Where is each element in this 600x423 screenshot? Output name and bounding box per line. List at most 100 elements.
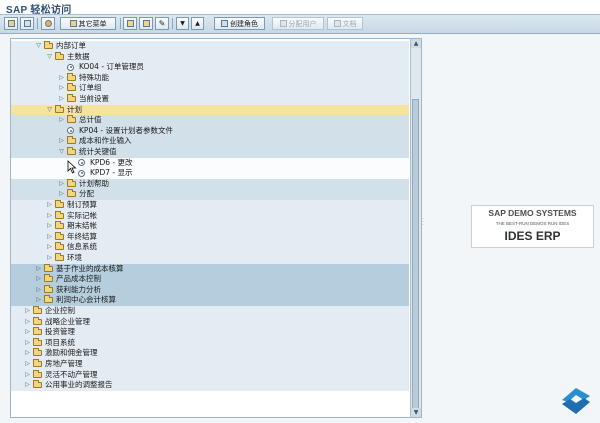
expand-arrow-icon[interactable]: ▷: [24, 306, 31, 317]
expand-arrow-icon[interactable]: ▷: [35, 264, 42, 275]
expand-arrow-icon[interactable]: ▷: [24, 327, 31, 338]
tree-node[interactable]: ▷ 战略企业管理: [11, 316, 409, 328]
tree-node[interactable]: ▷ 环境: [11, 253, 409, 264]
folder-add-icon[interactable]: [123, 17, 137, 30]
tree-node[interactable]: ▷ 年终结算: [11, 231, 409, 243]
tree-node[interactable]: ▷ 订单组: [11, 83, 409, 94]
expand-arrow-icon[interactable]: ▷: [46, 232, 53, 243]
tree-node[interactable]: ▷ 利润中心会计核算: [11, 295, 409, 306]
logo-line-2: THE BEST-RUN DEMOS RUN IDES: [495, 221, 570, 226]
tree-node[interactable]: KO04 - 订单管理员: [11, 62, 409, 73]
scrollbar-thumb[interactable]: [412, 99, 419, 409]
expand-arrow-icon[interactable]: ▷: [24, 348, 31, 359]
folder-icon: [55, 221, 64, 230]
folder-icon: [67, 147, 76, 155]
folder-icon: [67, 178, 76, 187]
transaction-icon: [67, 63, 74, 71]
expand-arrow-icon[interactable]: ▷: [58, 83, 65, 94]
expand-arrow-icon[interactable]: ▷: [24, 317, 31, 328]
tree-node-label: 分配: [79, 189, 94, 199]
tree-node-label: 基于作业的成本核算: [56, 263, 124, 273]
other-menu-label: 其它菜单: [78, 19, 107, 28]
tree-node[interactable]: ▷ 当前设置: [11, 94, 409, 105]
tree-node[interactable]: ▷ 基于作业的成本核算: [11, 263, 409, 275]
tree-node[interactable]: ▷ 实际记帐: [11, 210, 409, 222]
collapse-arrow-icon[interactable]: ▽: [46, 105, 53, 116]
expand-arrow-icon[interactable]: ▷: [35, 295, 42, 306]
tree-node[interactable]: ▽ 内部订单: [11, 41, 409, 52]
tree-node[interactable]: ▷ 激励和佣金管理: [11, 348, 409, 359]
tree-node[interactable]: ▽ 主数据: [11, 51, 409, 63]
folder-icon: [33, 306, 42, 314]
edit-pencil-icon[interactable]: ✎: [155, 17, 169, 30]
tree-node[interactable]: ▷ 计划帮助: [11, 178, 409, 190]
expand-arrow-icon[interactable]: ▷: [58, 94, 65, 105]
other-menu-button[interactable]: 其它菜单: [60, 17, 116, 30]
move-down-icon[interactable]: ▼: [176, 17, 189, 30]
move-up-icon[interactable]: ▲: [191, 17, 204, 30]
tree-node[interactable]: ▷ 项目系统: [11, 337, 409, 349]
documentation-button[interactable]: 文档: [327, 17, 363, 30]
expand-arrow-icon[interactable]: ▷: [24, 380, 31, 391]
tree-node[interactable]: ▽ 统计关键值: [11, 147, 409, 158]
expand-arrow-icon[interactable]: ▷: [46, 253, 53, 264]
expand-arrow-icon[interactable]: ▷: [46, 242, 53, 253]
tree-node-label: 年终结算: [67, 231, 97, 241]
assign-users-button[interactable]: 分配用户: [272, 17, 324, 30]
tree-node[interactable]: ▷ 分配: [11, 189, 409, 200]
tree-node-label: 计划: [67, 104, 82, 114]
expand-arrow-icon[interactable]: ▷: [35, 274, 42, 285]
tree-node[interactable]: ▽ 计划: [11, 104, 409, 116]
tree-node-label: KPD7 - 显示: [90, 168, 133, 178]
tree-node[interactable]: KP04 - 设置计划者参数文件: [11, 125, 409, 137]
collapse-arrow-icon[interactable]: ▽: [46, 52, 53, 63]
add-favorite-icon[interactable]: [20, 17, 34, 30]
tree-node[interactable]: ▷ 成本和作业输入: [11, 136, 409, 147]
expand-arrow-icon[interactable]: ▷: [24, 359, 31, 370]
folder-icon: [67, 189, 76, 198]
expand-arrow-icon[interactable]: ▷: [58, 136, 65, 147]
expand-arrow-icon[interactable]: ▷: [24, 338, 31, 349]
expand-arrow-icon[interactable]: ▷: [35, 285, 42, 296]
tree-node[interactable]: ▷ 总计值: [11, 115, 409, 126]
other-transaction-icon[interactable]: [41, 17, 55, 30]
folder-icon: [33, 316, 42, 325]
tree-node-label: 信息系统: [67, 242, 97, 252]
tree-node[interactable]: ▷ 投资管理: [11, 327, 409, 338]
folder-change-icon[interactable]: [139, 17, 153, 30]
scroll-up-icon[interactable]: ▲: [411, 39, 421, 48]
collapse-arrow-icon[interactable]: ▽: [35, 41, 42, 52]
expand-arrow-icon[interactable]: ▷: [58, 73, 65, 84]
scroll-down-icon[interactable]: ▼: [411, 408, 421, 417]
tree-node[interactable]: ▷ 获利能力分析: [11, 284, 409, 296]
tree-node-label: 战略企业管理: [45, 316, 90, 326]
tree-node[interactable]: ▷ 特殊功能: [11, 72, 409, 84]
folder-icon: [33, 369, 42, 378]
expand-arrow-icon[interactable]: ▷: [46, 200, 53, 211]
expand-arrow-icon[interactable]: ▷: [58, 189, 65, 200]
folder-icon: [33, 337, 42, 346]
tree-node[interactable]: ▷ 房地产管理: [11, 359, 409, 370]
tree-node-label: 激励和佣金管理: [45, 348, 98, 358]
create-role-button[interactable]: 创建角色: [214, 17, 265, 30]
tree-node[interactable]: ▷ 灵活不动产管理: [11, 369, 409, 381]
folder-icon: [67, 136, 76, 145]
tree-node[interactable]: ▷ 企业控制: [11, 306, 409, 317]
expand-arrow-icon[interactable]: ▷: [46, 221, 53, 232]
pane-splitter[interactable]: · · ·: [422, 38, 425, 416]
expand-arrow-icon[interactable]: ▷: [24, 370, 31, 381]
vertical-scrollbar[interactable]: ▲ ▼: [410, 39, 421, 417]
logo-line-1: SAP DEMO SYSTEMS: [488, 208, 577, 218]
tree-node[interactable]: ▷ 期末结帐: [11, 221, 409, 232]
expand-arrow-icon[interactable]: ▷: [58, 115, 65, 126]
expand-arrow-icon[interactable]: ▷: [58, 179, 65, 190]
tree-node[interactable]: ▷ 产品成本控制: [11, 274, 409, 285]
collapse-arrow-icon[interactable]: ▽: [58, 147, 65, 158]
tree-node[interactable]: ▷ 信息系统: [11, 242, 409, 253]
tree-node[interactable]: ▷ 制订预算: [11, 200, 409, 211]
tree-node[interactable]: ▷ 公用事业的调整报告: [11, 380, 409, 391]
tree-node-label: KP04 - 设置计划者参数文件: [79, 125, 173, 135]
expand-arrow-icon[interactable]: ▷: [46, 211, 53, 222]
favorites-icon[interactable]: [4, 17, 18, 30]
folder-icon: [55, 51, 64, 60]
